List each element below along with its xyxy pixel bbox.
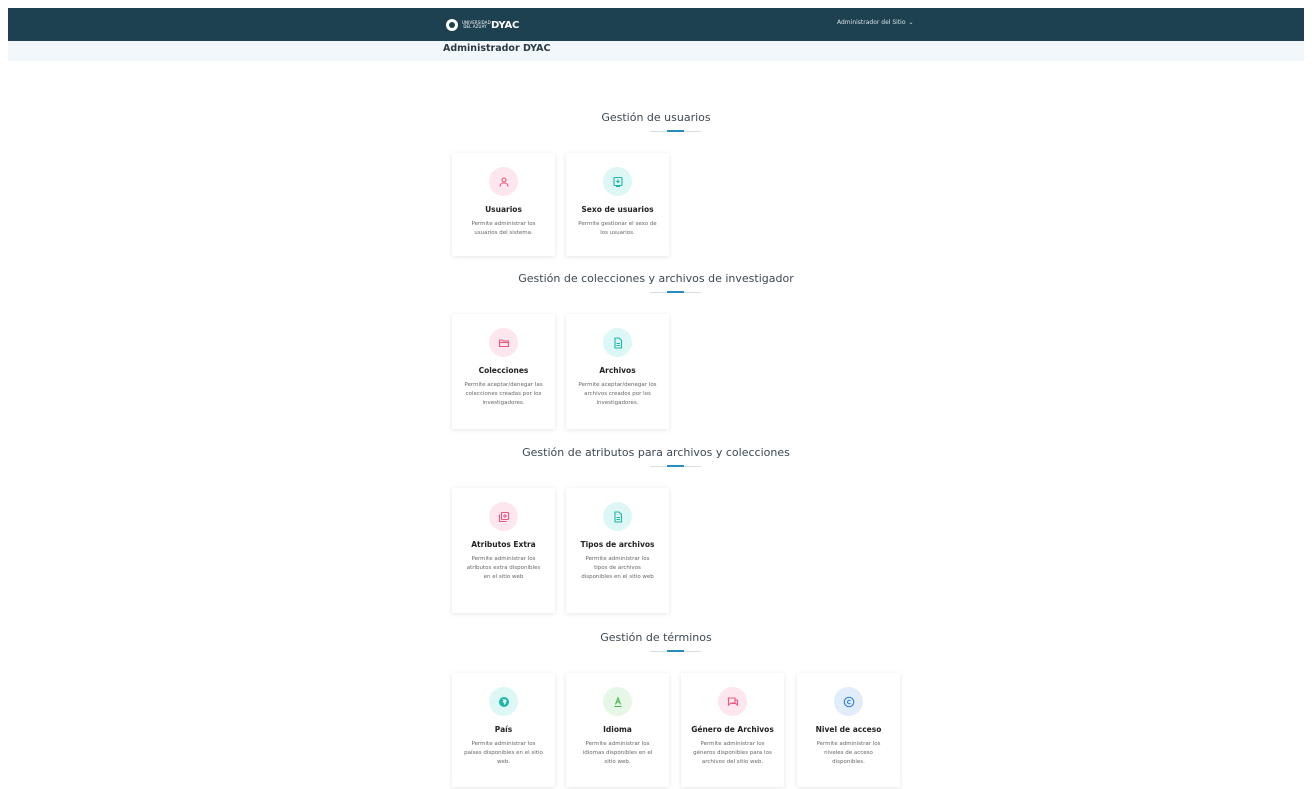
font-icon bbox=[603, 687, 632, 716]
card-title: Atributos Extra bbox=[471, 540, 536, 549]
card-idioma[interactable]: Idioma Permite administrar los idiomas d… bbox=[566, 673, 669, 787]
copyright-icon bbox=[834, 687, 863, 716]
section-title-terminos: Gestión de términos bbox=[600, 631, 712, 644]
card-description: Permite administrar los géneros disponib… bbox=[693, 741, 772, 765]
user-icon bbox=[489, 167, 518, 196]
section-divider bbox=[650, 465, 701, 467]
card-description: Permite administrar los usuarios del sis… bbox=[471, 221, 536, 236]
card-title: Tipos de archivos bbox=[580, 540, 655, 549]
card-genero-de-archivos[interactable]: Género de Archivos Permite administrar l… bbox=[681, 673, 784, 787]
folder-icon bbox=[489, 328, 518, 357]
card-description: Permite administrar los países disponibl… bbox=[464, 741, 543, 765]
user-menu-dropdown[interactable]: Administrador del Sitio ⌄ bbox=[837, 19, 914, 26]
document-icon bbox=[603, 502, 632, 531]
id-badge-icon bbox=[603, 167, 632, 196]
card-nivel-de-acceso[interactable]: Nivel de acceso Permite administrar los … bbox=[797, 673, 900, 787]
card-atributos-extra[interactable]: Atributos Extra Permite administrar los … bbox=[452, 488, 555, 613]
card-title: País bbox=[494, 725, 513, 734]
card-title: Idioma bbox=[603, 725, 632, 734]
page-title: Administrador DYAC bbox=[443, 43, 551, 54]
card-description: Permite aceptar/denegar las colecciones … bbox=[464, 382, 543, 406]
chat-icon bbox=[718, 687, 747, 716]
card-pais[interactable]: País Permite administrar los países disp… bbox=[452, 673, 555, 787]
card-description: Permite administrar los atributos extra … bbox=[466, 556, 541, 580]
add-box-icon bbox=[489, 502, 518, 531]
card-archivos[interactable]: Archivos Permite aceptar/denegar los arc… bbox=[566, 314, 669, 429]
section-title-usuarios: Gestión de usuarios bbox=[601, 111, 711, 124]
user-menu-label: Administrador del Sitio bbox=[837, 19, 906, 26]
card-description: Permite gestionar el sexo de los usuario… bbox=[578, 221, 657, 236]
card-description: Permite administrar los idiomas disponib… bbox=[582, 741, 653, 765]
card-description: Permite administrar los tipos de archivo… bbox=[581, 556, 654, 580]
card-title: Nivel de acceso bbox=[815, 725, 882, 734]
site-logo[interactable]: UNIVERSIDAD DEL AZUAY DYAC bbox=[446, 18, 519, 32]
card-description: Permite aceptar/denegar los archivos cre… bbox=[578, 382, 657, 406]
file-icon bbox=[603, 328, 632, 357]
section-title-colecciones: Gestión de colecciones y archivos de inv… bbox=[518, 272, 794, 285]
section-divider bbox=[650, 291, 701, 293]
section-divider bbox=[650, 650, 701, 652]
section-title-atributos: Gestión de atributos para archivos y col… bbox=[522, 446, 790, 459]
card-title: Archivos bbox=[599, 366, 636, 375]
card-title: Colecciones bbox=[478, 366, 529, 375]
card-title: Sexo de usuarios bbox=[581, 205, 654, 214]
top-navbar: UNIVERSIDAD DEL AZUAY DYAC Administrador… bbox=[8, 8, 1304, 41]
university-seal-icon bbox=[446, 19, 458, 31]
card-colecciones[interactable]: Colecciones Permite aceptar/denegar las … bbox=[452, 314, 555, 429]
section-divider bbox=[650, 130, 701, 132]
card-description: Permite administrar los niveles de acces… bbox=[816, 741, 881, 765]
logo-brand-text: DYAC bbox=[491, 19, 520, 31]
card-tipos-de-archivos[interactable]: Tipos de archivos Permite administrar lo… bbox=[566, 488, 669, 613]
card-title: Género de Archivos bbox=[691, 725, 774, 734]
globe-icon bbox=[489, 687, 518, 716]
card-sexo-de-usuarios[interactable]: Sexo de usuarios Permite gestionar el se… bbox=[566, 153, 669, 256]
page-subheader: Administrador DYAC bbox=[8, 41, 1304, 61]
chevron-down-icon: ⌄ bbox=[908, 19, 914, 26]
card-title: Usuarios bbox=[485, 205, 522, 214]
card-usuarios[interactable]: Usuarios Permite administrar los usuario… bbox=[452, 153, 555, 256]
logo-university-text: UNIVERSIDAD DEL AZUAY bbox=[462, 20, 491, 29]
